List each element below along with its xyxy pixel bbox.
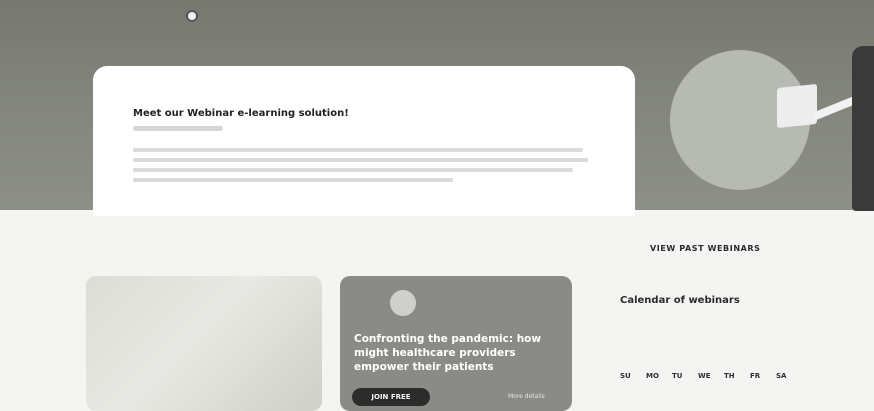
weekday-label: SA <box>776 372 787 380</box>
slider-dot-icon[interactable] <box>186 10 198 22</box>
hero-text-line <box>133 168 573 172</box>
hero-text-line <box>133 148 583 152</box>
weekday-label: MO <box>646 372 659 380</box>
weekday-label: TH <box>724 372 735 380</box>
hero-subtitle-placeholder <box>133 126 223 131</box>
hero-banner: Meet our Webinar e-learning solution! <box>0 0 874 216</box>
board-shape <box>777 83 817 129</box>
calendar-weekday-header: SU MO TU WE TH FR SA <box>620 372 802 380</box>
weekday-label: SU <box>620 372 631 380</box>
person-figure <box>852 46 874 211</box>
view-past-webinars-link[interactable]: VIEW PAST WEBINARS <box>650 244 761 253</box>
weekday-label: WE <box>698 372 711 380</box>
webinar-card[interactable]: Confronting the pandemic: how might heal… <box>340 276 572 411</box>
weekday-label: TU <box>672 372 683 380</box>
join-free-button[interactable]: JOIN FREE <box>352 388 430 406</box>
more-details-link[interactable]: More details <box>508 393 545 400</box>
hero-illustration <box>640 38 874 214</box>
calendar-title: Calendar of webinars <box>620 295 740 306</box>
webinar-card[interactable] <box>86 276 322 411</box>
hero-text-line <box>133 158 588 162</box>
webinar-card-title: Confronting the pandemic: how might heal… <box>354 333 542 373</box>
hero-title: Meet our Webinar e-learning solution! <box>133 108 349 119</box>
speaker-avatar <box>390 290 416 316</box>
hero-text-line <box>133 178 453 182</box>
hero-card: Meet our Webinar e-learning solution! <box>93 66 635 216</box>
weekday-label: FR <box>750 372 761 380</box>
